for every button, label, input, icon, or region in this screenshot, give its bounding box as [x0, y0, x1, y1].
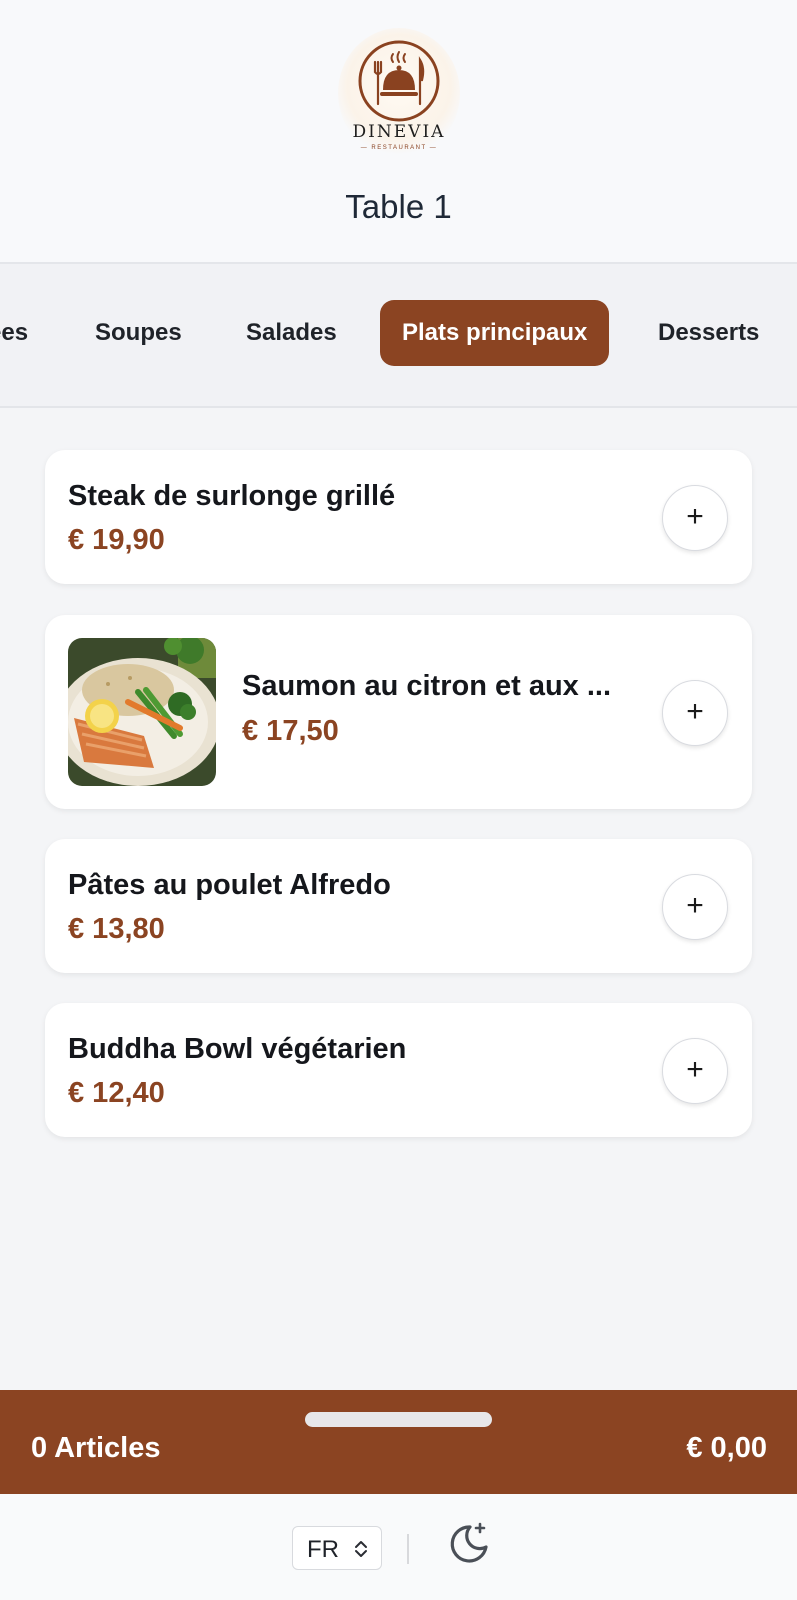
drag-handle[interactable]: [305, 1412, 492, 1427]
menu-item-card[interactable]: Steak de surlonge grillé € 19,90 +: [45, 450, 752, 584]
item-price: € 17,50: [242, 715, 339, 747]
item-name: Saumon au citron et aux ...: [242, 670, 612, 702]
logo-name: DINEVIA: [352, 122, 446, 142]
cart-bar[interactable]: 0 Articles € 0,00: [0, 1390, 797, 1494]
tab-desserts[interactable]: Desserts: [636, 300, 781, 366]
plus-icon: +: [686, 695, 704, 728]
menu-item-card[interactable]: Saumon au citron et aux ... € 17,50 +: [45, 615, 752, 809]
restaurant-logo: DINEVIA — RESTAURANT —: [338, 28, 460, 158]
tab-soupes[interactable]: Soupes: [73, 300, 204, 366]
logo-subtitle: — RESTAURANT —: [360, 145, 438, 151]
plus-icon: +: [686, 889, 704, 922]
moon-stars-icon: [450, 1522, 488, 1563]
plus-icon: +: [686, 500, 704, 533]
cloche-icon: [358, 40, 440, 122]
menu-item-card[interactable]: Pâtes au poulet Alfredo € 13,80 +: [45, 839, 752, 973]
salmon-dish-image: [68, 638, 216, 786]
header: DINEVIA — RESTAURANT — Table 1: [0, 0, 797, 264]
divider: [407, 1534, 409, 1564]
chevron-up-down-icon: [355, 1541, 367, 1557]
item-price: € 13,80: [68, 913, 165, 945]
item-price: € 12,40: [68, 1077, 165, 1109]
add-to-cart-button[interactable]: +: [662, 485, 728, 551]
item-name: Buddha Bowl végétarien: [68, 1033, 407, 1065]
menu-item-card[interactable]: Buddha Bowl végétarien € 12,40 +: [45, 1003, 752, 1137]
add-to-cart-button[interactable]: +: [662, 874, 728, 940]
table-title: Table 1: [345, 188, 452, 225]
theme-toggle-button[interactable]: [446, 1520, 492, 1566]
add-to-cart-button[interactable]: +: [662, 1038, 728, 1104]
cart-total: € 0,00: [686, 1432, 767, 1464]
plus-icon: +: [686, 1053, 704, 1086]
language-value: FR: [307, 1536, 339, 1563]
item-name: Pâtes au poulet Alfredo: [68, 869, 391, 901]
tab-salades[interactable]: Salades: [224, 300, 359, 366]
footer: FR: [0, 1494, 797, 1600]
item-name: Steak de surlonge grillé: [68, 480, 396, 512]
tab-entrees[interactable]: ées: [0, 300, 50, 366]
language-select[interactable]: FR: [292, 1526, 382, 1570]
item-price: € 19,90: [68, 524, 165, 556]
add-to-cart-button[interactable]: +: [662, 680, 728, 746]
category-tabs[interactable]: ées Soupes Salades Plats principaux Dess…: [0, 264, 797, 408]
cart-item-count: 0 Articles: [31, 1432, 161, 1464]
tab-plats-principaux[interactable]: Plats principaux: [380, 300, 610, 366]
